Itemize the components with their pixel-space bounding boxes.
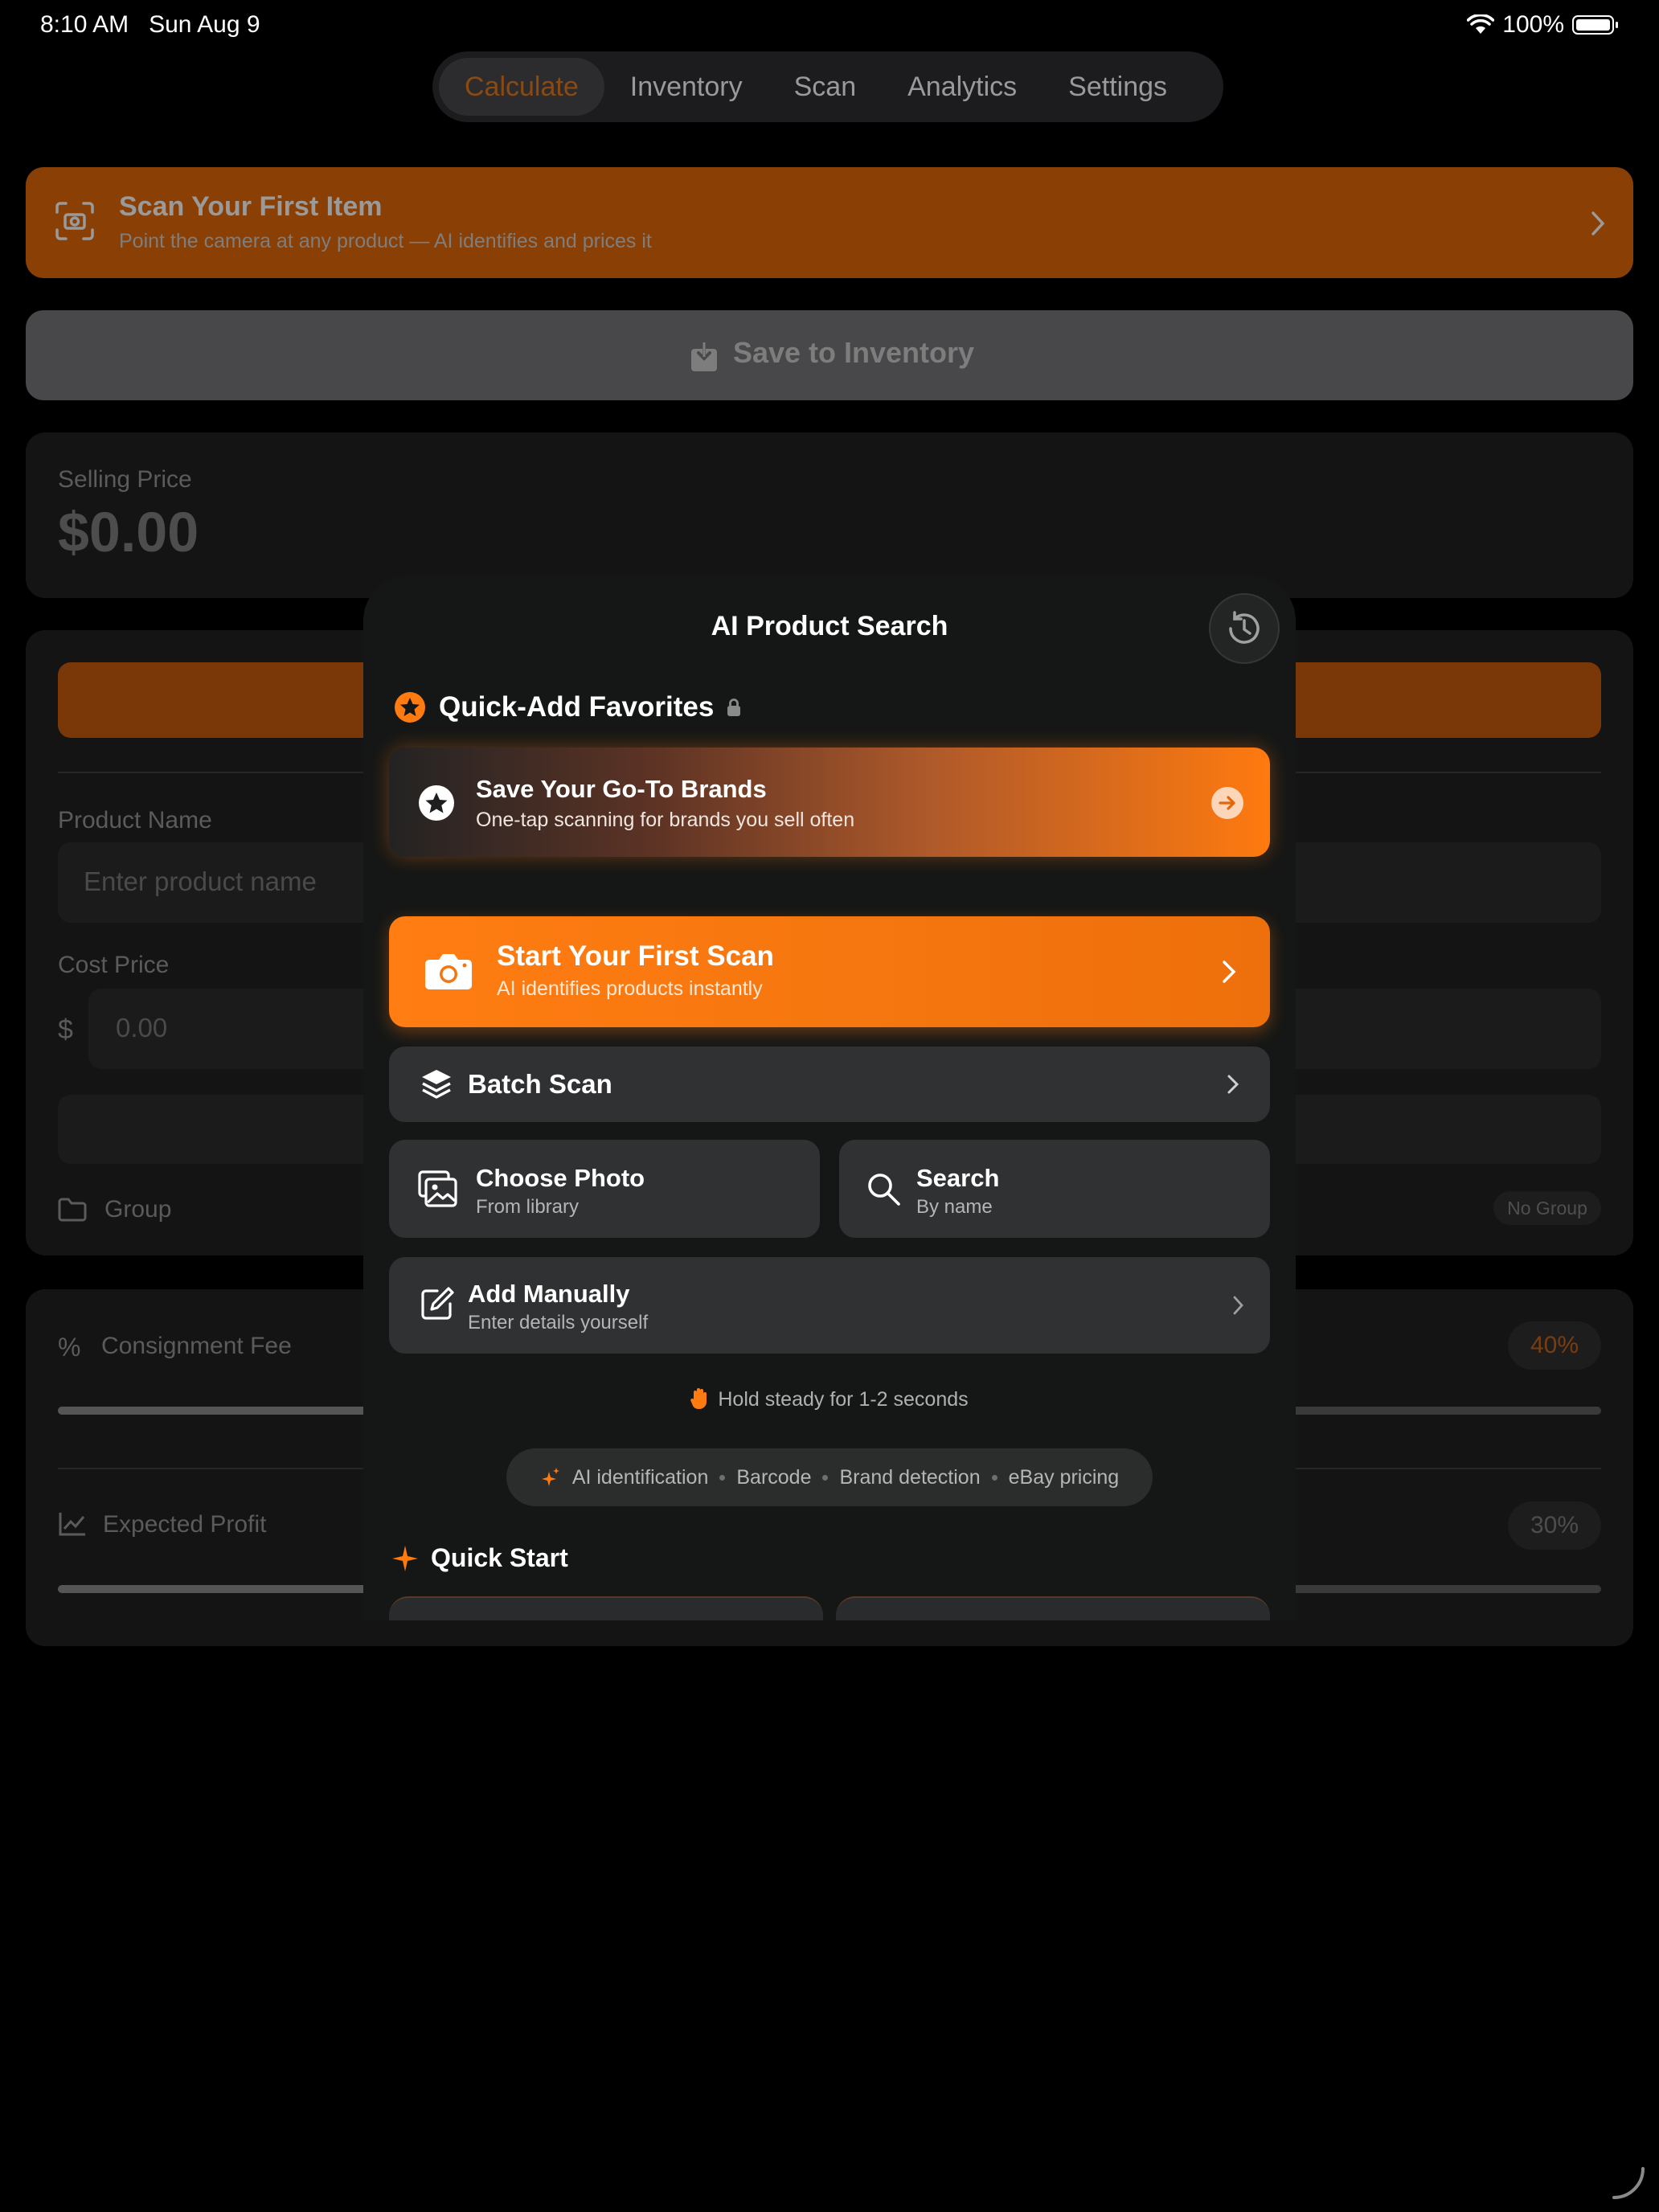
tab-inventory[interactable]: Inventory (604, 58, 768, 116)
brands-card-subtitle: One-tap scanning for brands you sell oft… (476, 809, 855, 831)
status-clock: 8:10 AM (40, 11, 129, 38)
status-indicators: 100% (1467, 11, 1618, 39)
camera-scan-icon (55, 201, 95, 241)
add-manually-subtitle: Enter details yourself (468, 1312, 649, 1333)
quick-add-header: Quick-Add Favorites (394, 691, 741, 723)
quick-start-card[interactable] (389, 1596, 823, 1620)
star-badge-icon (394, 691, 426, 723)
product-name-label: Product Name (58, 807, 212, 834)
cost-price-label: Cost Price (58, 952, 170, 978)
battery-icon (1572, 15, 1618, 35)
chevron-right-icon (1590, 211, 1606, 236)
layers-icon (420, 1067, 453, 1101)
hold-steady-hint: Hold steady for 1-2 seconds (363, 1387, 1296, 1411)
history-button[interactable] (1209, 593, 1280, 664)
sparkles-icon (540, 1467, 561, 1488)
chevron-right-icon (1233, 1296, 1244, 1315)
star-circle-icon (418, 784, 455, 821)
feature-barcode: Barcode (736, 1465, 812, 1489)
chart-line-icon (58, 1511, 87, 1537)
status-date: Sun Aug 9 (149, 11, 260, 38)
brands-card-title: Save Your Go-To Brands (476, 775, 767, 803)
choose-photo-subtitle: From library (476, 1196, 580, 1218)
arrow-circle-icon (1210, 786, 1244, 820)
hand-icon (690, 1387, 708, 1410)
tab-analytics[interactable]: Analytics (882, 58, 1043, 116)
battery-percent: 100% (1502, 11, 1564, 38)
status-time: 8:10 AM Sun Aug 9 (40, 11, 260, 39)
cost-price-placeholder: 0.00 (116, 1013, 168, 1043)
scan-first-item-banner[interactable] (26, 167, 1633, 278)
feature-ai-identification: AI identification (571, 1465, 709, 1489)
start-scan-subtitle: AI identifies products instantly (497, 977, 763, 1000)
consignment-fee-label: Consignment Fee (101, 1333, 292, 1359)
separator-dot (719, 1474, 726, 1481)
camera-icon (424, 952, 473, 990)
wifi-icon (1467, 14, 1495, 35)
choose-photo-title: Choose Photo (476, 1164, 645, 1192)
lock-icon (727, 698, 741, 717)
tab-bar: Calculate Inventory Scan Analytics Setti… (432, 51, 1223, 122)
ai-product-search-sheet: AI Product Search Quick-Add Favorites Sa… (363, 576, 1296, 1620)
search-by-name-button[interactable] (839, 1140, 1270, 1238)
tab-settings[interactable]: Settings (1043, 58, 1193, 116)
history-icon (1223, 608, 1265, 649)
chevron-right-icon (1227, 1074, 1239, 1095)
search-title: Search (916, 1164, 1000, 1192)
tab-scan[interactable]: Scan (768, 58, 883, 116)
banner-subtitle: Point the camera at any product — AI ide… (119, 230, 652, 252)
feature-ebay-pricing: eBay pricing (1008, 1465, 1120, 1489)
quick-add-title: Quick-Add Favorites (439, 691, 715, 723)
search-subtitle: By name (916, 1196, 993, 1218)
product-name-placeholder: Enter product name (84, 866, 317, 896)
separator-dot (822, 1474, 829, 1481)
magnifying-glass-icon (866, 1172, 902, 1207)
quick-start-title: Quick Start (431, 1543, 568, 1572)
sheet-title: AI Product Search (711, 611, 948, 641)
selling-price-card (26, 432, 1633, 598)
group-value-badge[interactable]: No Group (1493, 1191, 1601, 1225)
selling-price-label: Selling Price (58, 466, 192, 493)
group-label: Group (104, 1196, 172, 1223)
feature-brand-detection: Brand detection (839, 1465, 981, 1489)
expected-profit-label: Expected Profit (103, 1511, 267, 1538)
tab-calculate[interactable]: Calculate (439, 58, 604, 116)
percent-icon: % (58, 1333, 81, 1362)
square-pencil-icon (420, 1286, 455, 1321)
selling-price-value: $0.00 (58, 501, 199, 563)
chevron-right-icon (1222, 960, 1236, 984)
consignment-fee-badge: 40% (1508, 1321, 1601, 1370)
add-manually-title: Add Manually (468, 1280, 630, 1308)
photo-library-icon (418, 1170, 458, 1207)
feature-chips: AI identification Barcode Brand detectio… (506, 1448, 1153, 1506)
folder-icon (58, 1198, 87, 1222)
banner-title: Scan Your First Item (119, 191, 383, 222)
start-scan-title: Start Your First Scan (497, 940, 774, 972)
currency-symbol: $ (58, 1014, 73, 1045)
resize-handle-icon[interactable] (1611, 2165, 1646, 2201)
save-to-inventory-label: Save to Inventory (732, 336, 975, 369)
hold-steady-text: Hold steady for 1-2 seconds (718, 1388, 969, 1411)
quick-start-header: Quick Start (391, 1543, 568, 1573)
quick-start-card[interactable] (836, 1596, 1270, 1620)
expected-profit-badge: 30% (1508, 1501, 1601, 1550)
batch-scan-label: Batch Scan (468, 1069, 612, 1099)
sparkle-icon (391, 1544, 420, 1573)
separator-dot (991, 1474, 997, 1481)
